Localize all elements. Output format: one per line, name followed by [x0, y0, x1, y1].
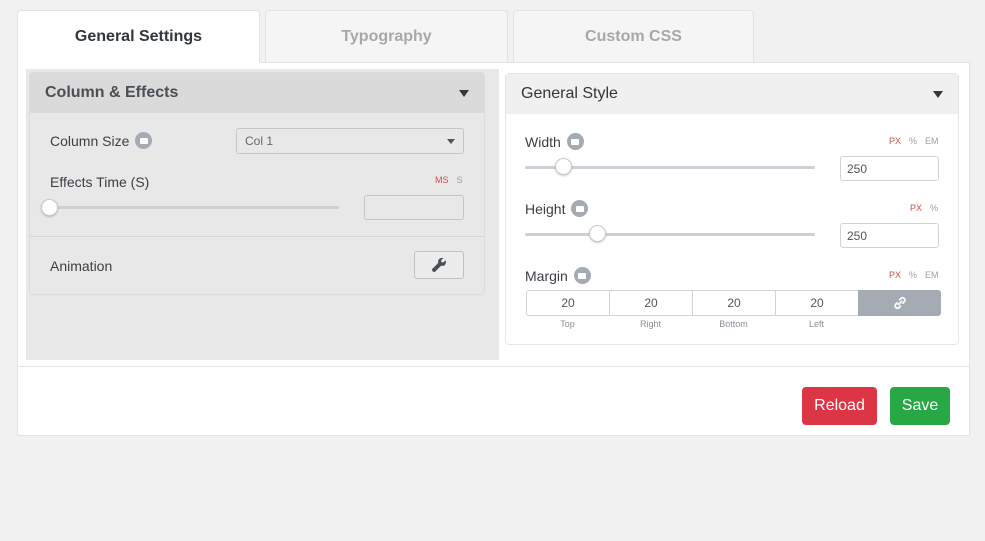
margin-side-labels: Top Right Bottom Left	[526, 319, 858, 329]
unit-em[interactable]: EM	[925, 136, 939, 146]
unit-percent[interactable]: %	[909, 270, 917, 280]
height-slider-track[interactable]	[525, 233, 815, 236]
width-label-group: Width	[525, 133, 584, 150]
effects-time-slider-track[interactable]	[49, 206, 339, 209]
wrench-icon	[431, 257, 446, 273]
margin-units: PX % EM	[889, 270, 939, 280]
responsive-icon[interactable]	[566, 133, 584, 150]
caret-down-icon[interactable]	[933, 90, 943, 98]
left-column: Column & Effects Column Size Col 1 Effec…	[26, 69, 499, 360]
unit-percent[interactable]: %	[909, 136, 917, 146]
column-size-value: Col 1	[245, 134, 274, 148]
width-label: Width	[525, 133, 561, 150]
responsive-icon[interactable]	[571, 200, 589, 217]
unit-px[interactable]: PX	[889, 270, 901, 280]
column-effects-header[interactable]: Column & Effects	[30, 73, 484, 113]
height-slider-handle[interactable]	[589, 225, 606, 242]
margin-inputs: 20 20 20 20	[526, 290, 941, 316]
width-units: PX % EM	[889, 136, 939, 146]
tab-custom-css[interactable]: Custom CSS	[513, 10, 754, 62]
column-size-label: Column Size	[50, 132, 130, 149]
column-size-select[interactable]: Col 1	[236, 128, 464, 154]
footer-divider	[18, 366, 969, 367]
unit-ms[interactable]: MS	[435, 175, 449, 185]
unit-em[interactable]: EM	[925, 270, 939, 280]
animation-settings-button[interactable]	[414, 251, 464, 279]
general-style-card: General Style Width PX % EM 250 Height P…	[505, 73, 959, 345]
effects-time-input[interactable]	[364, 195, 464, 220]
margin-bottom-label: Bottom	[719, 319, 748, 329]
caret-down-icon[interactable]	[459, 89, 469, 97]
effects-time-slider-handle[interactable]	[41, 199, 58, 216]
tab-typography[interactable]: Typography	[265, 10, 508, 62]
margin-right-input[interactable]: 20	[609, 290, 692, 316]
chevron-down-icon	[447, 139, 455, 144]
settings-panel: Column & Effects Column Size Col 1 Effec…	[17, 62, 970, 436]
height-input[interactable]: 250	[840, 223, 939, 248]
animation-label: Animation	[50, 258, 113, 274]
tab-general-settings[interactable]: General Settings	[17, 10, 260, 63]
width-input[interactable]: 250	[840, 156, 939, 181]
height-label: Height	[525, 200, 566, 217]
width-slider-handle[interactable]	[555, 158, 572, 175]
link-values-button[interactable]	[858, 290, 941, 316]
margin-right-label: Right	[639, 319, 661, 329]
unit-px[interactable]: PX	[889, 136, 901, 146]
unit-percent[interactable]: %	[930, 203, 938, 213]
margin-left-label: Left	[808, 319, 824, 329]
link-icon	[893, 296, 906, 310]
margin-bottom-input[interactable]: 20	[692, 290, 775, 316]
unit-s[interactable]: S	[457, 175, 463, 185]
column-effects-card: Column & Effects Column Size Col 1 Effec…	[29, 72, 485, 295]
responsive-icon[interactable]	[135, 132, 153, 149]
reload-button[interactable]: Reload	[802, 387, 877, 425]
margin-top-label: Top	[560, 319, 575, 329]
margin-label-group: Margin	[525, 267, 591, 284]
margin-top-input[interactable]: 20	[526, 290, 609, 316]
margin-left-input[interactable]: 20	[775, 290, 858, 316]
height-label-group: Height	[525, 200, 589, 217]
column-effects-title: Column & Effects	[45, 84, 179, 101]
general-style-title: General Style	[521, 85, 618, 102]
column-size-label-group: Column Size	[50, 132, 153, 149]
divider	[30, 236, 484, 237]
margin-label: Margin	[525, 267, 568, 284]
effects-time-label: Effects Time (S)	[50, 174, 150, 190]
unit-px[interactable]: PX	[910, 203, 922, 213]
effects-time-units: MS S	[435, 175, 463, 185]
general-style-header[interactable]: General Style	[506, 74, 958, 114]
height-units: PX %	[910, 203, 938, 213]
responsive-icon[interactable]	[573, 267, 591, 284]
save-button[interactable]: Save	[890, 387, 950, 425]
